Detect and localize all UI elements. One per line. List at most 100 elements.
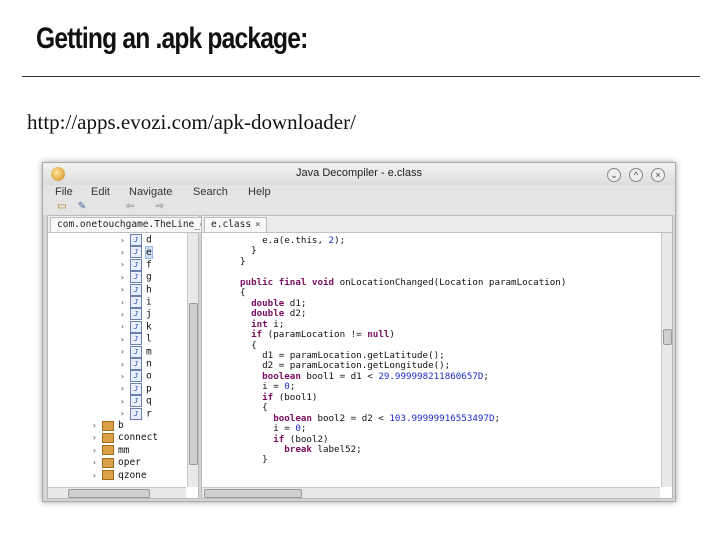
code-token: int: [240, 318, 274, 330]
menu-help[interactable]: Help: [248, 186, 271, 198]
tree-node-label: d: [146, 234, 152, 246]
editor-pane: e.class × e.a(e.this, 2); }} public final …: [201, 215, 673, 499]
class-file-icon: J: [130, 333, 142, 346]
menu-navigate[interactable]: Navigate: [129, 186, 172, 198]
tree-class-node[interactable]: › Je: [120, 245, 153, 259]
package-icon: [102, 470, 114, 480]
expand-arrow-icon[interactable]: ›: [120, 284, 130, 296]
tree-node-label: r: [146, 408, 152, 420]
code-token: boolean: [240, 412, 318, 424]
tree-package-node[interactable]: › oper: [92, 457, 141, 469]
expand-arrow-icon[interactable]: ›: [120, 272, 130, 284]
tree-package-node[interactable]: › b: [92, 420, 124, 432]
tree-class-node[interactable]: › Jj: [120, 308, 152, 321]
tree-class-node[interactable]: › Jq: [120, 395, 152, 408]
scroll-thumb[interactable]: [189, 303, 198, 465]
code-token: (bool2): [289, 433, 329, 445]
tree-node-label: b: [118, 420, 124, 431]
package-icon: [102, 445, 114, 456]
code-token: null: [367, 329, 390, 341]
tree-node-label: qzone: [118, 469, 147, 480]
tree-vertical-scrollbar[interactable]: [187, 233, 198, 487]
tree-class-node[interactable]: › Jf: [120, 258, 152, 271]
editor-horizontal-scrollbar[interactable]: [202, 487, 660, 498]
expand-arrow-icon[interactable]: ›: [120, 359, 130, 371]
expand-arrow-icon[interactable]: ›: [92, 420, 102, 432]
code-token: ;: [289, 381, 296, 393]
expand-arrow-icon[interactable]: ›: [92, 445, 102, 457]
class-file-icon: J: [130, 296, 142, 308]
tree-class-node[interactable]: › Jh: [120, 283, 152, 296]
code-token: }: [240, 245, 257, 257]
tree-class-node[interactable]: › Ji: [120, 296, 152, 308]
code-line: }: [240, 454, 268, 465]
tree-node-label: f: [146, 259, 152, 271]
code-token: bool1 = d1 <: [306, 370, 379, 382]
class-file-icon: J: [130, 395, 142, 408]
tree-node-label: i: [146, 296, 152, 308]
scroll-thumb[interactable]: [663, 329, 672, 345]
tree-class-node[interactable]: › Jo: [120, 370, 152, 383]
expand-arrow-icon[interactable]: ›: [92, 432, 102, 444]
expand-arrow-icon[interactable]: ›: [120, 334, 130, 346]
expand-arrow-icon[interactable]: ›: [120, 309, 130, 321]
scroll-thumb[interactable]: [68, 489, 150, 498]
tree-class-node[interactable]: › Jr: [120, 407, 152, 420]
expand-arrow-icon[interactable]: ›: [120, 346, 130, 358]
close-icon[interactable]: ×: [651, 168, 665, 182]
expand-arrow-icon[interactable]: ›: [120, 235, 130, 247]
tree-class-node[interactable]: › Jm: [120, 345, 152, 358]
save-icon[interactable]: ✎: [75, 201, 89, 213]
class-file-icon: J: [130, 382, 142, 395]
back-icon[interactable]: ⇦: [123, 201, 137, 213]
expand-arrow-icon[interactable]: ›: [120, 297, 130, 309]
code-line: break label52;: [240, 444, 361, 455]
tree-package-node[interactable]: › qzone: [92, 470, 147, 480]
source-code-view[interactable]: e.a(e.this, 2); }} public final void onLo…: [202, 234, 660, 486]
class-file-icon: J: [130, 246, 142, 259]
tree-class-node[interactable]: › Jg: [120, 271, 152, 284]
expand-arrow-icon[interactable]: ›: [120, 259, 130, 271]
tree-class-node[interactable]: › Jp: [120, 382, 152, 395]
expand-arrow-icon[interactable]: ›: [120, 321, 130, 333]
tree-class-node[interactable]: › Jd: [120, 234, 152, 246]
close-icon[interactable]: ×: [255, 220, 260, 230]
download-url[interactable]: http://apps.evozi.com/apk-downloader/: [27, 110, 356, 135]
scroll-thumb[interactable]: [204, 489, 302, 498]
code-line: }: [240, 256, 246, 267]
tree-class-node[interactable]: › Jn: [120, 358, 152, 370]
class-file-icon: J: [130, 308, 142, 321]
editor-tab[interactable]: e.class ×: [204, 217, 268, 232]
expand-arrow-icon[interactable]: ›: [120, 383, 130, 395]
code-line: {: [240, 340, 257, 351]
expand-arrow-icon[interactable]: ›: [92, 457, 102, 469]
forward-icon[interactable]: ⇨: [153, 201, 167, 213]
expand-arrow-icon[interactable]: ›: [120, 247, 130, 259]
expand-arrow-icon[interactable]: ›: [120, 371, 130, 383]
expand-arrow-icon[interactable]: ›: [120, 396, 130, 408]
editor-tab-bar: e.class ×: [202, 216, 672, 233]
code-token: ;: [483, 370, 489, 382]
expand-arrow-icon[interactable]: ›: [92, 470, 102, 480]
tree-node-label: e: [145, 245, 153, 259]
code-line: double d1;: [240, 298, 306, 309]
menu-search[interactable]: Search: [193, 186, 228, 198]
editor-tab-label: e.class: [211, 219, 252, 230]
code-token: d1 = paramLocation.getLatitude();: [240, 349, 445, 361]
menu-edit[interactable]: Edit: [91, 186, 110, 198]
menu-file[interactable]: File: [55, 186, 73, 198]
editor-vertical-scrollbar[interactable]: [661, 233, 672, 487]
tree-package-node[interactable]: › connect: [92, 432, 158, 444]
tree-horizontal-scrollbar[interactable]: [48, 487, 186, 498]
code-line: d2 = paramLocation.getLongitude();: [240, 360, 450, 371]
maximize-icon[interactable]: ^: [629, 168, 643, 182]
tree-class-node[interactable]: › Jk: [120, 320, 152, 333]
expand-arrow-icon[interactable]: ›: [120, 408, 130, 420]
open-file-icon[interactable]: ▭: [55, 201, 69, 213]
code-token: d2;: [289, 308, 307, 320]
tree-package-node[interactable]: › mm: [92, 445, 129, 457]
tree-node-label: g: [146, 271, 152, 283]
tree-class-node[interactable]: › Jl: [120, 333, 152, 346]
minimize-icon[interactable]: ⌄: [607, 168, 621, 182]
code-token: {: [240, 339, 257, 351]
